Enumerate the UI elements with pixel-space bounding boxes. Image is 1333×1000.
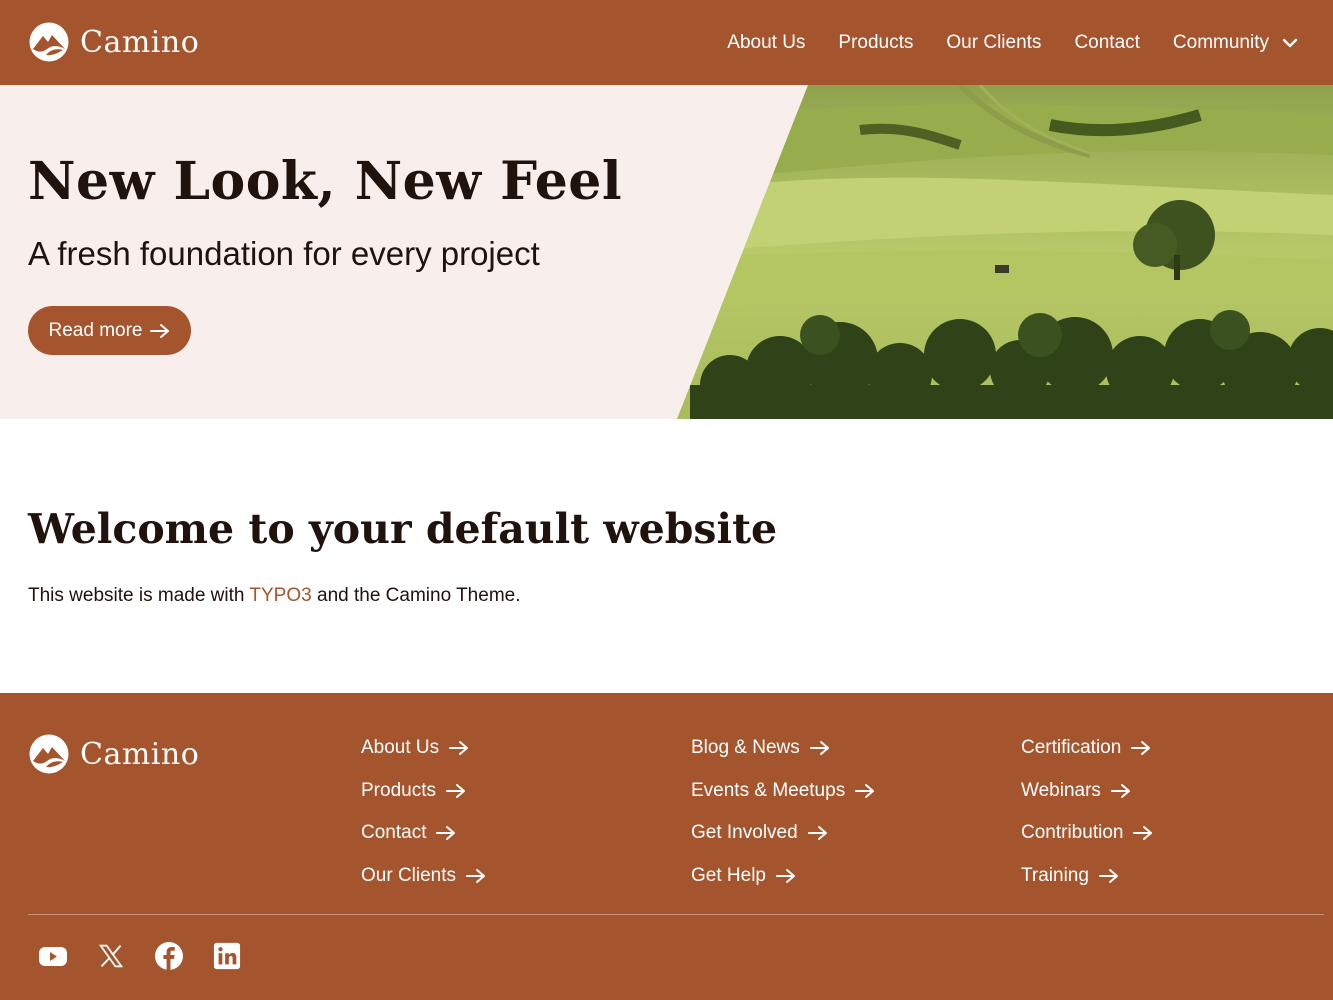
nav-dropdown-community[interactable]: Community bbox=[1173, 32, 1299, 54]
nav-item-contact[interactable]: Contact bbox=[1074, 32, 1139, 54]
footer-link-label: Training bbox=[1021, 864, 1089, 886]
footer-link[interactable]: About Us bbox=[361, 735, 487, 761]
footer-link-label: Get Involved bbox=[691, 822, 798, 843]
arrow-right-icon bbox=[807, 826, 827, 840]
footer-link-label: Contribution bbox=[1021, 822, 1124, 843]
hero-banner: New Look, New Feel A fresh foundation fo… bbox=[0, 85, 1333, 419]
welcome-text-after: and the Camino Theme. bbox=[311, 585, 521, 606]
footer-link-label: Contact bbox=[361, 822, 427, 843]
footer-link[interactable]: Certification bbox=[1021, 735, 1154, 761]
footer-link[interactable]: Get Help bbox=[691, 863, 876, 889]
arrow-right-icon bbox=[1133, 826, 1153, 840]
welcome-title: Welcome to your default website bbox=[28, 505, 778, 553]
arrow-right-icon bbox=[1131, 741, 1151, 755]
hero-title: New Look, New Feel bbox=[28, 151, 623, 212]
chevron-down-icon bbox=[1282, 38, 1298, 47]
footer-link-label: Certification bbox=[1021, 737, 1122, 758]
footer-link-label: About Us bbox=[361, 737, 440, 758]
read-more-button[interactable]: Read more bbox=[28, 306, 191, 355]
footer-link[interactable]: Our Clients bbox=[361, 863, 487, 889]
footer-column-2: Blog & News Events & Meetups Get Involve… bbox=[691, 735, 876, 905]
camino-logo-icon bbox=[29, 22, 69, 62]
footer-link-label: Get Help bbox=[691, 864, 766, 886]
logo-link[interactable]: Camino bbox=[28, 20, 199, 64]
arrow-right-icon bbox=[855, 783, 875, 798]
arrow-right-icon bbox=[1110, 783, 1130, 798]
footer-logo-link[interactable]: Camino bbox=[28, 732, 199, 776]
footer-link[interactable]: Products bbox=[361, 778, 487, 804]
nav-item-about-us[interactable]: About Us bbox=[727, 32, 805, 54]
read-more-label: Read more bbox=[48, 319, 143, 341]
x-icon[interactable] bbox=[96, 941, 126, 971]
typo3-link[interactable]: TYPO3 bbox=[249, 585, 311, 606]
arrow-right-icon bbox=[445, 783, 465, 798]
footer-link-label: Products bbox=[361, 779, 436, 801]
welcome-text: This website is made with TYPO3 and the … bbox=[28, 585, 521, 607]
site-footer: Camino About Us Products Contact Our Cli… bbox=[0, 693, 1333, 1000]
nav-item-products[interactable]: Products bbox=[838, 32, 913, 54]
footer-link[interactable]: Training bbox=[1021, 863, 1154, 889]
youtube-icon[interactable] bbox=[38, 941, 68, 971]
footer-link-label: Blog & News bbox=[691, 737, 800, 758]
footer-link-label: Webinars bbox=[1021, 779, 1101, 801]
facebook-icon[interactable] bbox=[154, 941, 184, 971]
hero-subtitle: A fresh foundation for every project bbox=[28, 235, 540, 272]
footer-logo-text: Camino bbox=[80, 736, 200, 772]
footer-divider bbox=[28, 914, 1324, 915]
footer-link-label: Events & Meetups bbox=[691, 779, 846, 801]
logo-text: Camino bbox=[80, 24, 200, 60]
arrow-right-icon bbox=[149, 323, 169, 338]
camino-logo-icon bbox=[29, 734, 69, 774]
footer-link[interactable]: Contribution bbox=[1021, 820, 1154, 846]
arrow-right-icon bbox=[466, 868, 486, 883]
footer-link-label: Our Clients bbox=[361, 864, 457, 886]
footer-link[interactable]: Blog & News bbox=[691, 735, 876, 761]
footer-column-3: Certification Webinars Contribution Trai… bbox=[1021, 735, 1154, 905]
footer-link[interactable]: Contact bbox=[361, 820, 487, 846]
welcome-text-before: This website is made with bbox=[28, 585, 250, 606]
linkedin-icon[interactable] bbox=[212, 941, 242, 971]
arrow-right-icon bbox=[449, 741, 469, 755]
footer-column-1: About Us Products Contact Our Clients bbox=[361, 735, 487, 905]
nav-item-our-clients[interactable]: Our Clients bbox=[946, 32, 1041, 54]
arrow-right-icon bbox=[775, 868, 795, 883]
arrow-right-icon bbox=[809, 741, 829, 755]
footer-link[interactable]: Webinars bbox=[1021, 778, 1154, 804]
arrow-right-icon bbox=[436, 826, 456, 840]
site-header: Camino About Us Products Our Clients Con… bbox=[0, 0, 1333, 85]
main-nav: About Us Products Our Clients Contact Co… bbox=[694, 0, 1299, 85]
arrow-right-icon bbox=[1098, 868, 1118, 883]
footer-link[interactable]: Events & Meetups bbox=[691, 778, 876, 804]
nav-dropdown-label: Community bbox=[1172, 31, 1269, 53]
social-links bbox=[38, 941, 270, 971]
footer-link[interactable]: Get Involved bbox=[691, 820, 876, 846]
